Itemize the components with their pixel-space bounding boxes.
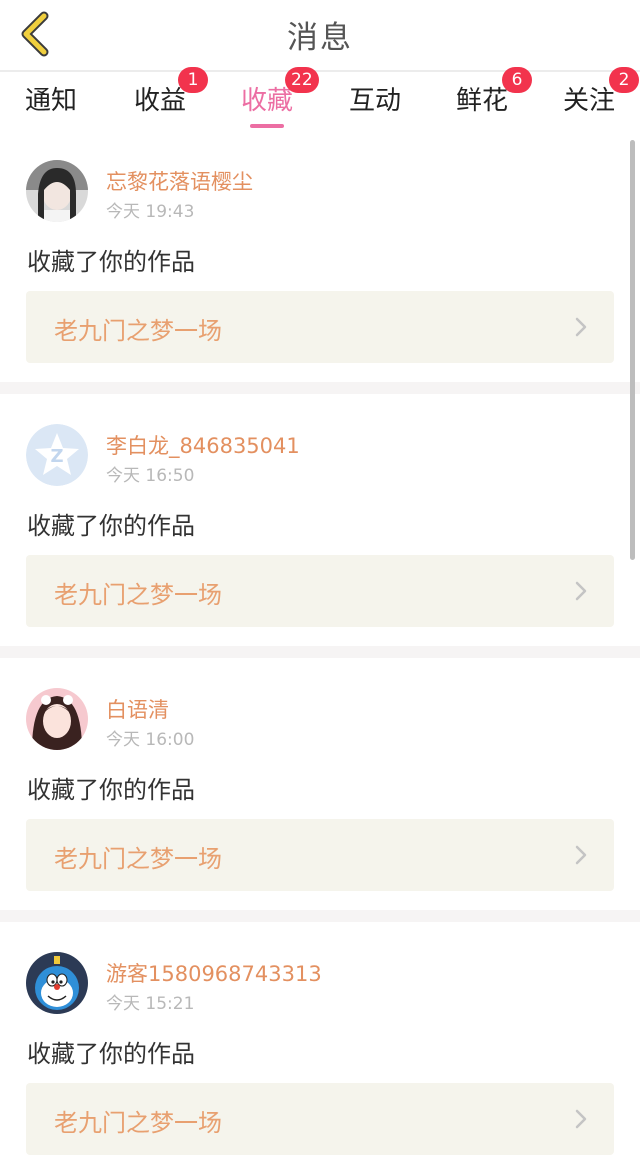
tab-label: 通知 — [25, 86, 78, 116]
message-text: 收藏了你的作品 — [27, 512, 195, 540]
tab-favorites[interactable]: 收藏 22 — [241, 67, 319, 128]
message-text: 收藏了你的作品 — [27, 1040, 195, 1068]
work-title: 老九门之梦一场 — [54, 581, 222, 609]
tab-label: 收益 — [134, 86, 187, 116]
tab-bar: 通知 收益 1 收藏 22 互动 鲜花 6 关注 2 — [0, 67, 640, 130]
tab-follows[interactable]: 关注 2 — [563, 67, 639, 128]
svg-text:Z: Z — [50, 446, 63, 467]
top-bar: 消息 — [0, 0, 640, 70]
girl-pink-avatar-icon — [26, 688, 88, 750]
page-title: 消息 — [287, 20, 353, 56]
unread-badge: 1 — [178, 67, 208, 93]
tab-label: 收藏 — [241, 86, 294, 116]
chevron-right-icon — [575, 845, 587, 865]
user-avatar[interactable]: Z — [26, 424, 88, 486]
message-card: 游客1580968743313 今天 15:21 收藏了你的作品 老九门之梦一场 — [0, 922, 640, 1172]
chevron-right-icon — [575, 317, 587, 337]
unread-badge: 2 — [609, 67, 639, 93]
username-link[interactable]: 李白龙_846835041 — [106, 430, 300, 460]
active-tab-indicator — [250, 124, 284, 128]
tab-earnings[interactable]: 收益 1 — [134, 67, 208, 128]
chevron-right-icon — [575, 581, 587, 601]
message-card: Z 李白龙_846835041 今天 16:50 收藏了你的作品 老九门之梦一场 — [0, 394, 640, 646]
girl-photo-avatar-icon — [26, 160, 88, 222]
tab-flowers[interactable]: 鲜花 6 — [456, 67, 532, 128]
work-link[interactable]: 老九门之梦一场 — [26, 1083, 614, 1155]
work-title: 老九门之梦一场 — [54, 317, 222, 345]
work-title: 老九门之梦一场 — [54, 845, 222, 873]
unread-badge: 22 — [285, 67, 319, 93]
username-link[interactable]: 忘黎花落语樱尘 — [106, 166, 253, 196]
user-avatar[interactable] — [26, 952, 88, 1014]
unread-badge: 6 — [502, 67, 532, 93]
work-link[interactable]: 老九门之梦一场 — [26, 291, 614, 363]
message-text: 收藏了你的作品 — [27, 248, 195, 276]
message-card: 白语清 今天 16:00 收藏了你的作品 老九门之梦一场 — [0, 658, 640, 910]
work-link[interactable]: 老九门之梦一场 — [26, 819, 614, 891]
message-time: 今天 16:50 — [106, 466, 195, 486]
tab-interactions[interactable]: 互动 — [349, 80, 401, 128]
chevron-right-icon — [575, 1109, 587, 1129]
username-link[interactable]: 游客1580968743313 — [106, 958, 322, 988]
user-avatar[interactable] — [26, 160, 88, 222]
message-time: 今天 16:00 — [106, 730, 195, 750]
message-text: 收藏了你的作品 — [27, 776, 195, 804]
message-time: 今天 15:21 — [106, 994, 195, 1014]
tab-notifications[interactable]: 通知 — [25, 80, 77, 128]
scrollbar[interactable] — [630, 140, 635, 560]
default-z-avatar-icon: Z — [26, 424, 88, 486]
tab-label: 关注 — [563, 86, 616, 116]
tab-label: 互动 — [349, 86, 402, 116]
doraemon-avatar-icon — [26, 952, 88, 1014]
user-avatar[interactable] — [26, 688, 88, 750]
tab-label: 鲜花 — [456, 86, 509, 116]
work-title: 老九门之梦一场 — [54, 1109, 222, 1137]
message-card: 忘黎花落语樱尘 今天 19:43 收藏了你的作品 老九门之梦一场 — [0, 130, 640, 382]
work-link[interactable]: 老九门之梦一场 — [26, 555, 614, 627]
username-link[interactable]: 白语清 — [106, 694, 169, 724]
message-time: 今天 19:43 — [106, 202, 195, 222]
